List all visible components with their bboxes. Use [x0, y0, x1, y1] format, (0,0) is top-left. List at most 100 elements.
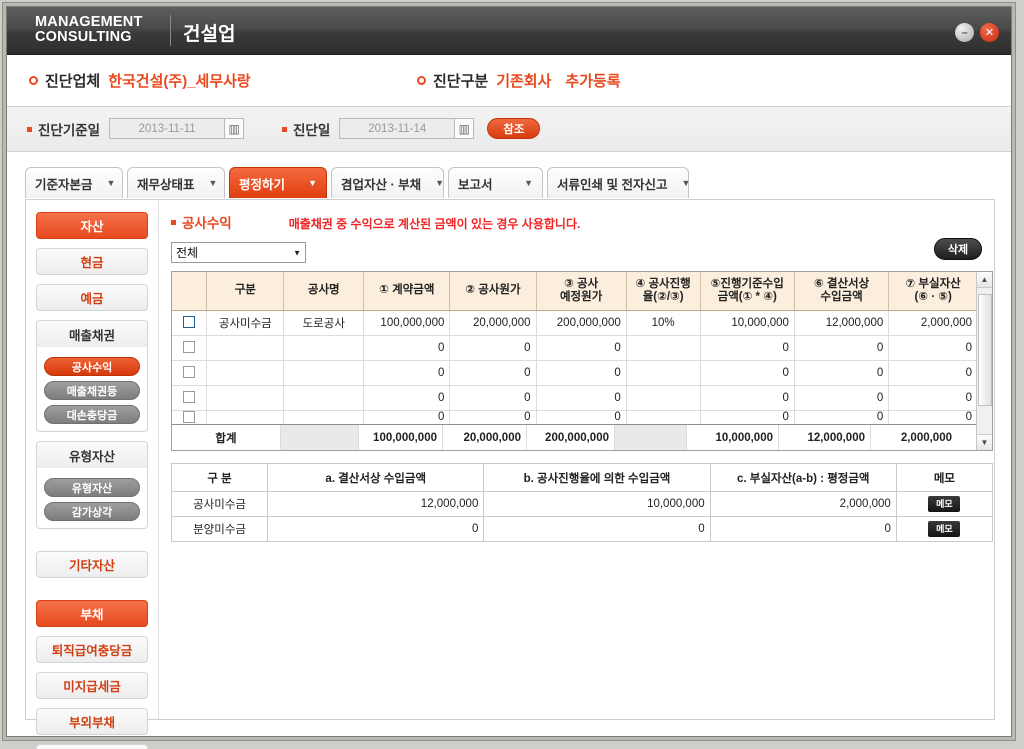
cell-est-cost: 0	[536, 335, 627, 361]
summary-memo-cell: 메모	[895, 491, 994, 517]
cell-project	[283, 360, 365, 386]
sidebar-item-asset[interactable]: 자산	[36, 212, 148, 239]
table-row[interactable]: 0 0 0 0 0 0	[172, 360, 977, 386]
sidebar-group-receivable-header[interactable]: 매출채권	[37, 321, 147, 347]
scroll-up-icon[interactable]: ▲	[977, 272, 992, 288]
summary-header-memo: 메모	[895, 463, 994, 492]
grid-total-row: 합계 100,000,000 20,000,000 200,000,000 10…	[172, 424, 977, 450]
grid-header-bad-asset: ⑦ 부실자산 (⑥ · ⑤)	[888, 272, 977, 311]
cell-settlement-income: 0	[794, 335, 890, 361]
sidebar-item-미지급세금[interactable]: 미지급세금	[36, 672, 148, 699]
base-date-input[interactable]: 2013-11-11	[109, 118, 226, 139]
checkbox-icon[interactable]	[183, 366, 196, 379]
checkbox-icon[interactable]	[183, 391, 196, 404]
diagnosis-type: 진단구분 기존회사 추가등록	[417, 70, 621, 91]
sidebar-item-공사수익[interactable]: 공사수익	[44, 357, 140, 376]
scrollbar-thumb[interactable]	[978, 294, 992, 406]
calendar-icon[interactable]: ▥	[454, 118, 475, 139]
grid-header-cost: ② 공사원가	[449, 272, 537, 311]
diagnosis-date-input[interactable]: 2013-11-14	[339, 118, 456, 139]
chevron-down-icon: ▼	[293, 248, 301, 257]
memo-button[interactable]: 메모	[928, 521, 961, 537]
row-select-cell[interactable]	[172, 410, 208, 424]
sidebar-item-기타부채[interactable]: 기타부채	[36, 744, 148, 749]
cell-bad-asset: 2,000,000	[888, 310, 977, 336]
summary-b: 0	[483, 516, 711, 542]
sidebar-group-receivable-items: 공사수익 매출채권등 대손충당금	[37, 347, 147, 431]
grid-header-progress-income: ⑤진행기준수입 금액(① * ④)	[700, 272, 795, 311]
tab-기준자본금[interactable]: 기준자본금 ▼	[25, 167, 123, 198]
minimize-icon[interactable]: –	[955, 23, 974, 42]
sidebar-item-liability[interactable]: 부채	[36, 600, 148, 627]
delete-button[interactable]: 삭제	[934, 238, 982, 260]
diagnosis-date-group: 진단일 2013-11-14 ▥ 참조	[282, 118, 541, 139]
table-row[interactable]: 0 0 0 0 0 0	[172, 410, 977, 424]
row-select-cell[interactable]	[172, 385, 208, 411]
cell-progress	[626, 385, 701, 411]
cell-cost: 0	[449, 335, 537, 361]
sidebar-group-receivable: 매출채권 공사수익 매출채권등 대손충당금	[36, 320, 148, 432]
close-icon[interactable]: ✕	[980, 23, 999, 42]
grid-vertical-scrollbar[interactable]: ▲ ▼	[976, 272, 992, 450]
cell-bad-asset: 0	[888, 385, 977, 411]
sidebar-group-tangible-header[interactable]: 유형자산	[37, 442, 147, 468]
sidebar-group-tangible-items: 유형자산 감가상각	[37, 468, 147, 528]
tab-label: 재무상태표	[137, 177, 195, 192]
cell-est-cost: 0	[536, 410, 627, 424]
checkbox-icon[interactable]	[183, 316, 196, 329]
summary-b: 10,000,000	[483, 491, 711, 517]
cell-progress-income: 10,000,000	[700, 310, 795, 336]
row-select-cell[interactable]	[172, 310, 208, 336]
cell-project	[283, 410, 365, 424]
sidebar-item-감가상각[interactable]: 감가상각	[44, 502, 140, 521]
checkbox-icon[interactable]	[183, 341, 196, 354]
sidebar-item-대손충당금[interactable]: 대손충당금	[44, 405, 140, 424]
summary-header-row: 구 분 a. 결산서상 수입금액 b. 공사진행율에 의한 수입금액 c. 부실…	[170, 463, 994, 492]
cell-progress: 10%	[626, 310, 701, 336]
tab-서류인쇄-및-전자신고[interactable]: 서류인쇄 및 전자신고 ▼	[547, 167, 690, 198]
sidebar-item-cash[interactable]: 현금	[36, 248, 148, 275]
cell-cost: 20,000,000	[449, 310, 537, 336]
calendar-icon[interactable]: ▥	[224, 118, 245, 139]
filter-select[interactable]: 전체 ▼	[171, 242, 306, 263]
diagnosis-company: 진단업체 한국건설(주)_세무사랑	[29, 70, 251, 91]
diagnosis-company-label: 진단업체	[45, 73, 101, 90]
tab-재무상태표[interactable]: 재무상태표 ▼	[127, 167, 225, 198]
sidebar-item-유형자산[interactable]: 유형자산	[44, 478, 140, 497]
application-window: MANAGEMENT CONSULTING 건설업 – ✕ 진단업체 한국건설(주…	[0, 0, 1024, 749]
scroll-down-icon[interactable]: ▼	[977, 434, 992, 450]
total-bad-asset: 2,000,000	[900, 431, 952, 444]
content-header: 공사수익 매출채권 중 수익으로 계산된 금액이 있는 경우 사용합니다.	[171, 212, 982, 232]
tab-label: 겸업자산 · 부채	[341, 177, 422, 192]
table-row[interactable]: 0 0 0 0 0 0	[172, 335, 977, 361]
row-select-cell[interactable]	[172, 335, 208, 361]
sidebar-item-매출채권등[interactable]: 매출채권등	[44, 381, 140, 400]
memo-button[interactable]: 메모	[928, 496, 961, 512]
cell-settlement-income: 12,000,000	[794, 310, 890, 336]
table-row[interactable]: 공사미수금 도로공사 100,000,000 20,000,000 200,00…	[172, 310, 977, 336]
row-select-cell[interactable]	[172, 360, 208, 386]
section-note: 매출채권 중 수익으로 계산된 금액이 있는 경우 사용합니다.	[288, 217, 581, 231]
tab-평정하기[interactable]: 평정하기 ▼	[229, 167, 327, 198]
table-row: 공사미수금 12,000,000 10,000,000 2,000,000 메모	[170, 491, 994, 517]
brand-divider	[170, 15, 171, 46]
sidebar-item-퇴직급여충당금[interactable]: 퇴직급여충당금	[36, 636, 148, 663]
checkbox-icon[interactable]	[183, 411, 196, 424]
table-row[interactable]: 0 0 0 0 0 0	[172, 385, 977, 411]
diagnosis-type-value-2: 추가등록	[565, 73, 621, 90]
cell-cost: 0	[449, 385, 537, 411]
sidebar-item-other-asset[interactable]: 기타자산	[36, 551, 148, 578]
brand-logo: MANAGEMENT CONSULTING	[35, 15, 143, 45]
tab-겸업자산-부채[interactable]: 겸업자산 · 부채 ▼	[331, 167, 444, 198]
total-settlement-income: 12,000,000	[779, 425, 871, 450]
title-bar: MANAGEMENT CONSULTING 건설업 – ✕	[7, 7, 1011, 55]
reference-button[interactable]: 참조	[487, 118, 541, 139]
sidebar: 자산 현금 예금 매출채권 공사수익 매출채권등 대손충당금 유형자산 유형자산…	[26, 200, 159, 749]
total-cost: 20,000,000	[443, 425, 527, 450]
cell-progress-income: 0	[700, 360, 795, 386]
sidebar-item-deposit[interactable]: 예금	[36, 284, 148, 311]
sidebar-item-부외부채[interactable]: 부외부채	[36, 708, 148, 735]
tab-보고서[interactable]: 보고서 ▼	[448, 167, 543, 198]
construction-revenue-grid: 구분 공사명 ① 계약금액 ② 공사원가 ③ 공사 예정원가 ④ 공사진행 율(…	[171, 271, 993, 451]
